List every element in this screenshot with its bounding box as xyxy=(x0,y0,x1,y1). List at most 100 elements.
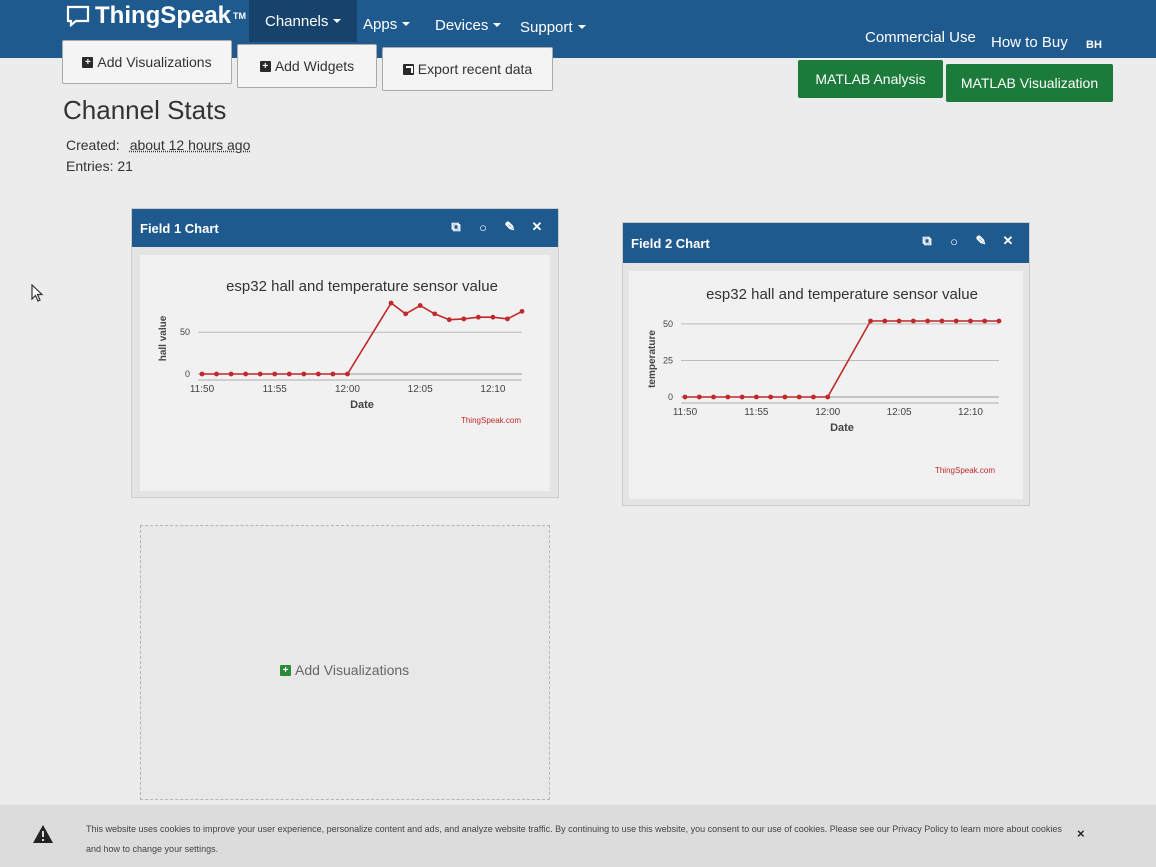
data-point xyxy=(475,314,481,320)
add-visualizations-button[interactable]: + Add Visualizations xyxy=(62,40,232,84)
y-axis-label: hall value xyxy=(158,315,169,361)
speech-bubble-icon xyxy=(66,5,90,27)
add-visualizations-label: Add Visualizations xyxy=(97,54,212,70)
field-1-chart-panel: Field 1 Chart ⧉ ○ ✎ ✕ esp32 hall and tem… xyxy=(131,208,559,498)
matlab-analysis-button[interactable]: MATLAB Analysis xyxy=(798,60,943,98)
data-point xyxy=(461,316,467,322)
field-1-line-chart: esp32 hall and temperature sensor value 0… xyxy=(158,278,525,425)
chart-tools: ⧉ ○ ✎ ✕ xyxy=(920,233,1015,249)
x-tick-label: 11:50 xyxy=(190,384,215,395)
brand-tm: TM xyxy=(233,11,247,21)
series-line xyxy=(685,320,999,398)
data-point xyxy=(228,371,234,377)
data-point xyxy=(739,394,745,400)
data-point xyxy=(315,371,321,377)
data-point xyxy=(505,316,510,322)
x-tick-label: 12:10 xyxy=(958,407,983,418)
data-point xyxy=(199,371,205,377)
data-point xyxy=(753,394,759,400)
field-2-line-chart: esp32 hall and temperature sensor value 0… xyxy=(647,286,1002,475)
entries-value: 21 xyxy=(117,158,133,174)
chart-title: esp32 hall and temperature sensor value xyxy=(706,286,978,303)
comment-icon[interactable]: ○ xyxy=(476,220,490,235)
data-point xyxy=(768,394,774,400)
data-point xyxy=(982,318,988,324)
y-axis-label: temperature xyxy=(647,330,658,388)
brand-logo[interactable]: ThingSpeak TM xyxy=(66,2,246,30)
data-point xyxy=(243,371,249,377)
thingspeak-watermark: ThingSpeak.com xyxy=(935,466,995,475)
caret-down-icon xyxy=(493,23,502,27)
pencil-icon[interactable]: ✎ xyxy=(503,219,517,234)
data-point xyxy=(825,394,831,400)
field-2-chart-area: esp32 hall and temperature sensor value 0… xyxy=(629,271,1023,499)
nav-channels-label: Channels xyxy=(265,12,329,30)
nav-devices-label: Devices xyxy=(435,16,489,34)
data-point xyxy=(301,371,307,377)
warning-icon xyxy=(33,825,53,843)
data-point xyxy=(519,308,525,314)
created-value: about 12 hours ago xyxy=(129,137,251,153)
data-point xyxy=(345,371,350,377)
field-2-chart-title: Field 2 Chart xyxy=(631,235,710,251)
caret-down-icon xyxy=(333,19,342,23)
nav-support[interactable]: Support xyxy=(520,6,586,48)
nav-how-to-buy[interactable]: How to Buy xyxy=(991,21,1068,63)
data-point xyxy=(257,371,263,377)
export-recent-data-button[interactable]: Export recent data xyxy=(382,47,553,91)
data-point xyxy=(682,394,688,400)
created-label: Created: xyxy=(66,137,120,153)
data-point xyxy=(490,314,496,320)
x-tick-label: 11:50 xyxy=(673,407,698,418)
field-1-chart-title: Field 1 Chart xyxy=(140,220,219,236)
data-point xyxy=(446,317,452,323)
dropzone-label: Add Visualizations xyxy=(295,662,410,678)
nav-devices[interactable]: Devices xyxy=(435,4,502,46)
comment-icon[interactable]: ○ xyxy=(947,234,961,249)
add-widgets-label: Add Widgets xyxy=(274,58,355,74)
matlab-visualization-button[interactable]: MATLAB Visualization xyxy=(946,64,1113,102)
y-tick-label: 0 xyxy=(185,369,190,379)
data-point xyxy=(417,303,423,308)
cookie-banner: This website uses cookies to improve you… xyxy=(0,805,1156,867)
entries-label: Entries: xyxy=(66,158,114,174)
x-tick-label: 12:00 xyxy=(815,407,840,418)
nav-commercial-use[interactable]: Commercial Use xyxy=(865,16,976,58)
pencil-icon[interactable]: ✎ xyxy=(974,233,988,248)
entries-stat: Entries: 21 xyxy=(66,158,133,174)
nav-channels[interactable]: Channels xyxy=(249,0,358,42)
y-tick-label: 50 xyxy=(180,327,190,337)
matlab-analysis-label: MATLAB Analysis xyxy=(815,71,926,87)
nav-apps-label: Apps xyxy=(363,15,398,33)
close-icon[interactable]: ✕ xyxy=(1001,233,1015,248)
data-point xyxy=(896,318,902,324)
x-axis-label: Date xyxy=(350,399,374,411)
open-window-icon[interactable]: ⧉ xyxy=(920,233,934,248)
y-tick-label: 25 xyxy=(663,355,673,365)
data-point xyxy=(882,318,888,324)
chart-tools: ⧉ ○ ✎ ✕ xyxy=(449,219,544,235)
plus-icon: + xyxy=(82,56,94,68)
user-avatar[interactable]: BH xyxy=(1080,34,1108,56)
nav-how-to-buy-label: How to Buy xyxy=(991,33,1068,51)
caret-down-icon xyxy=(577,25,586,29)
page-title: Channel Stats xyxy=(63,95,227,125)
chart-title: esp32 hall and temperature sensor value xyxy=(226,278,498,295)
nav-apps[interactable]: Apps xyxy=(363,3,411,45)
open-window-icon[interactable]: ⧉ xyxy=(449,219,463,234)
cookie-close-button[interactable]: × xyxy=(1077,826,1085,841)
x-tick-label: 12:05 xyxy=(408,384,433,395)
data-point xyxy=(432,311,438,317)
data-point xyxy=(939,318,945,324)
data-point xyxy=(696,394,702,400)
add-widgets-button[interactable]: + Add Widgets xyxy=(237,44,377,88)
data-point xyxy=(330,371,336,377)
data-point xyxy=(782,394,788,400)
data-point xyxy=(796,394,802,400)
mouse-cursor-icon xyxy=(31,284,44,302)
close-icon[interactable]: ✕ xyxy=(530,219,544,234)
dropzone-add-visualizations[interactable]: + Add Visualizations xyxy=(280,662,409,678)
data-point xyxy=(811,394,816,400)
data-point xyxy=(868,318,873,324)
data-point xyxy=(910,318,916,324)
